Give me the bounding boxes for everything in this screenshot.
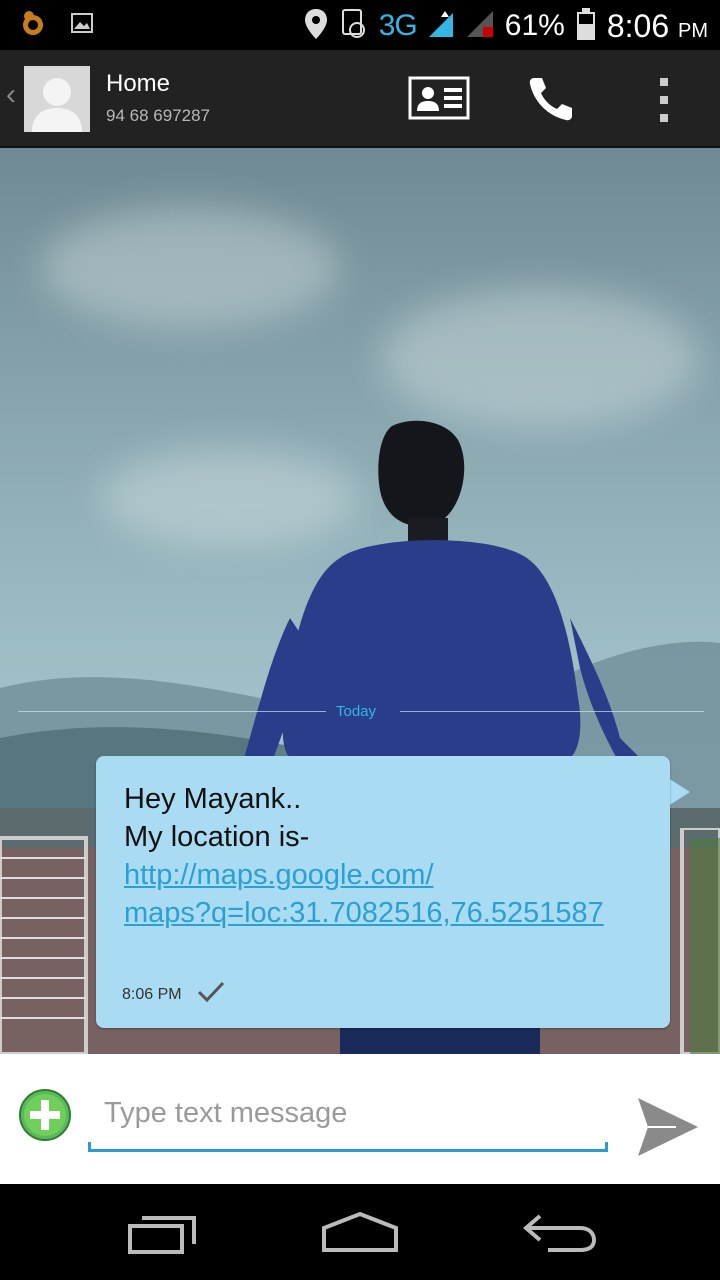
back-icon[interactable] — [522, 1210, 598, 1254]
signal-icon — [427, 9, 455, 43]
home-icon[interactable] — [320, 1210, 400, 1254]
message-input-wrap[interactable] — [88, 1078, 608, 1152]
navigation-bar — [0, 1184, 720, 1280]
add-attachment-icon[interactable] — [18, 1088, 72, 1142]
send-icon[interactable] — [636, 1096, 700, 1158]
message-bubble-tail — [668, 778, 690, 806]
battery-percent: 61% — [504, 9, 565, 42]
battery-icon — [575, 7, 597, 45]
up-navigation-icon[interactable]: ‹ — [6, 78, 16, 112]
action-bar: ‹ Home 94 68 697287 — [0, 50, 720, 148]
clock-time: 8:06 — [606, 7, 670, 44]
location-icon — [303, 7, 329, 45]
image-notification-icon — [70, 11, 94, 39]
uc-browser-icon — [18, 8, 48, 42]
date-divider-line — [400, 711, 704, 712]
status-bar: 3G 61% 8:06 PM — [0, 0, 720, 50]
no-signal-icon — [465, 9, 495, 43]
clock-suffix: PM — [678, 19, 708, 42]
background-cloud — [380, 288, 700, 428]
message-input[interactable] — [102, 1092, 596, 1134]
conversation-view[interactable]: Today Hey Mayank.. My location is- http:… — [0, 148, 720, 1054]
date-divider: Today — [336, 703, 377, 720]
sent-check-icon — [196, 980, 226, 1004]
recent-apps-icon[interactable] — [126, 1212, 198, 1256]
input-underline-right — [605, 1142, 608, 1152]
message-line: My location is- — [124, 821, 310, 853]
overflow-menu-icon[interactable] — [652, 76, 676, 124]
message-text: Hey Mayank.. My location is- http://maps… — [124, 780, 664, 932]
message-bubble[interactable]: Hey Mayank.. My location is- http://maps… — [96, 756, 670, 1028]
message-timestamp: 8:06 PM — [122, 986, 182, 1003]
clock: 8:06 PM — [607, 8, 708, 45]
contact-name[interactable]: Home — [106, 70, 170, 98]
network-type-label: 3G — [378, 9, 418, 42]
date-divider-line — [18, 711, 326, 712]
background-cloud — [40, 208, 340, 328]
location-link[interactable]: http://maps.google.com/ — [124, 856, 664, 894]
contact-number: 94 68 697287 — [106, 106, 210, 125]
message-line: Hey Mayank.. — [124, 783, 302, 815]
phone-call-icon[interactable] — [524, 74, 578, 124]
contact-card-icon[interactable] — [408, 76, 470, 120]
input-underline — [88, 1149, 608, 1152]
contact-avatar[interactable] — [24, 66, 90, 132]
input-underline-left — [88, 1142, 91, 1152]
compose-bar — [0, 1054, 720, 1184]
location-link-continued[interactable]: maps?q=loc:31.7082516,76.5251587 — [124, 894, 664, 932]
sim-card-icon — [339, 8, 369, 44]
